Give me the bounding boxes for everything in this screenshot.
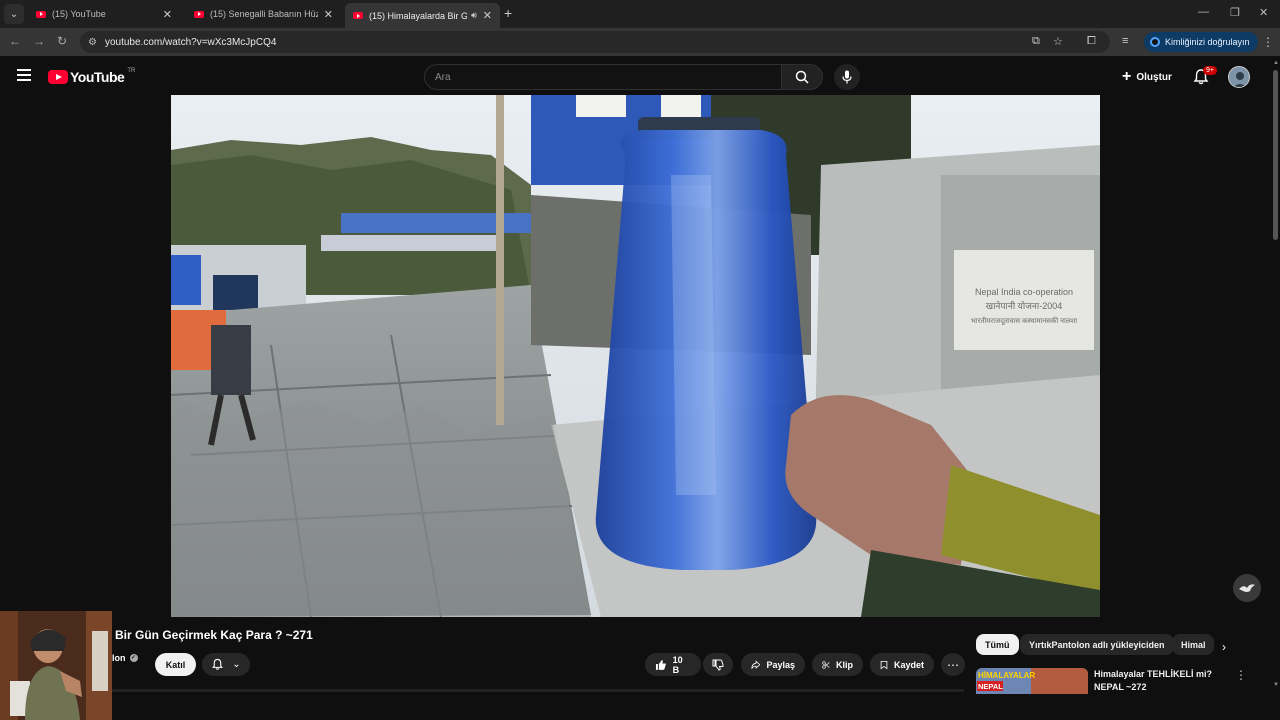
dislike-button[interactable]	[703, 653, 733, 676]
search-input[interactable]	[435, 71, 781, 83]
sign-line-3: भारतीयराजदूतावास कस्थामानसकी नालशा	[971, 316, 1077, 326]
install-app-icon[interactable]: ⧉	[1032, 35, 1040, 48]
account-avatar[interactable]	[1228, 66, 1250, 88]
microphone-icon	[842, 70, 852, 84]
sign-line-2: खानेपानी योजना-2004	[986, 300, 1063, 311]
chevron-down-icon: ⌄	[232, 659, 241, 670]
video-player[interactable]: Nepal India co-operation खानेपानी योजना-…	[171, 95, 1100, 617]
search-box[interactable]	[424, 64, 782, 90]
like-button[interactable]: 10 B	[645, 653, 701, 676]
youtube-favicon-icon	[353, 12, 363, 19]
voice-search-button[interactable]	[834, 64, 860, 90]
thumbs-up-icon	[655, 659, 666, 670]
thumbnail-caption-line-1: HİMALAYALAR	[978, 671, 1035, 680]
youtube-logo[interactable]: YouTube TR	[48, 68, 135, 85]
bookmark-icon	[880, 660, 888, 669]
site-info-icon[interactable]: ⚙︎	[88, 37, 97, 48]
speaker-icon[interactable]: 🔊︎	[471, 10, 477, 21]
chevron-right-icon[interactable]: ›	[1222, 640, 1226, 654]
tab-search-button[interactable]: ⌄	[4, 4, 24, 24]
scissors-icon	[822, 660, 830, 669]
bell-icon	[212, 658, 224, 670]
scroll-down-icon[interactable]: ▼	[1273, 682, 1279, 688]
search-icon	[795, 70, 809, 84]
url-field[interactable]: ⚙︎ youtube.com/watch?v=wXc3McJpCQ4	[80, 31, 1110, 53]
more-actions-icon[interactable]: ⋯	[941, 653, 965, 676]
chip-from-uploader[interactable]: YırtıkPantolon adlı yükleyiciden	[1020, 634, 1174, 655]
chip-all[interactable]: Tümü	[976, 634, 1019, 655]
browser-tab-active[interactable]: (15) Himalayalarda Bir Gün 🔊︎ ✕	[345, 3, 500, 28]
thumbnail-image: HİMALAYALAR NEPAL	[976, 668, 1088, 694]
close-tab-icon[interactable]: ✕	[163, 8, 172, 21]
browser-tab[interactable]: (15) YouTube ✕	[28, 3, 180, 25]
description-divider	[112, 689, 964, 692]
join-button[interactable]: Katıl	[155, 653, 196, 676]
close-tab-icon[interactable]: ✕	[483, 9, 492, 22]
bookmark-star-icon[interactable]: ☆	[1053, 35, 1063, 48]
sign-line-1: Nepal India co-operation	[975, 287, 1073, 297]
webcam-overlay	[0, 611, 112, 720]
browser-menu-icon[interactable]: ⋮	[1262, 35, 1274, 49]
thumbnail-caption-line-2: NEPAL	[978, 682, 1003, 691]
close-window-icon[interactable]: ✕	[1259, 6, 1268, 19]
bird-icon	[1239, 584, 1255, 592]
media-controls-icon[interactable]: ≡	[1122, 35, 1128, 47]
share-button[interactable]: Paylaş	[741, 653, 805, 676]
video-title: Bir Gün Geçirmek Kaç Para ? ~271	[115, 628, 313, 642]
webcam-image	[0, 611, 112, 720]
browser-tab[interactable]: (15) Senegalli Babanın Hüzünlü ✕	[186, 3, 341, 25]
back-icon[interactable]: ←	[9, 34, 21, 48]
chip-himalaya[interactable]: Himal	[1172, 634, 1214, 655]
recommended-video-title[interactable]: Himalayalar TEHLİKELİ mi? NEPAL ~272	[1094, 668, 1224, 694]
new-tab-button[interactable]: +	[504, 5, 512, 21]
extensions-icon[interactable]: ⧠	[1087, 35, 1096, 48]
guide-menu-icon[interactable]	[17, 69, 31, 84]
recommended-video-thumbnail[interactable]: HİMALAYALAR NEPAL	[976, 668, 1088, 694]
browser-tab-bar: ⌄ (15) YouTube ✕ (15) Senegalli Babanın …	[0, 0, 1280, 28]
page-scrollbar[interactable]: ▲ ▼	[1271, 60, 1280, 720]
subscribe-notifications-button[interactable]: ⌄	[202, 653, 250, 676]
profile-dot-icon	[1150, 37, 1160, 47]
floating-bird-button[interactable]	[1233, 574, 1261, 602]
scrollbar-thumb[interactable]	[1273, 70, 1278, 240]
youtube-play-logo-icon	[48, 70, 68, 84]
minimize-icon[interactable]: —	[1198, 6, 1209, 18]
address-bar-row: ← → ↻ ⚙︎ youtube.com/watch?v=wXc3McJpCQ4…	[0, 28, 1280, 56]
restore-icon[interactable]: ❐	[1230, 6, 1240, 19]
youtube-favicon-icon	[36, 10, 46, 18]
clip-button[interactable]: Klip	[812, 653, 863, 676]
youtube-masthead: YouTube TR + Oluştur 9+	[0, 56, 1280, 96]
video-frame: Nepal India co-operation खानेपानी योजना-…	[171, 95, 1100, 617]
scroll-up-icon[interactable]: ▲	[1273, 60, 1279, 66]
recommended-menu-icon[interactable]: ⋮	[1235, 668, 1247, 682]
verified-check-icon: ✓	[129, 654, 138, 662]
verify-identity-button[interactable]: Kimliğinizi doğrulayın	[1144, 32, 1258, 52]
create-button[interactable]: + Oluştur	[1114, 64, 1180, 90]
channel-name[interactable]: lon ✓	[112, 653, 138, 663]
reload-icon[interactable]: ↻	[57, 34, 67, 48]
forward-icon[interactable]: →	[33, 34, 45, 48]
notification-count-badge: 9+	[1203, 66, 1217, 75]
plus-icon: +	[1122, 68, 1132, 85]
share-icon	[751, 659, 761, 669]
close-tab-icon[interactable]: ✕	[324, 8, 333, 21]
save-button[interactable]: Kaydet	[870, 653, 934, 676]
search-button[interactable]	[781, 64, 823, 90]
youtube-favicon-icon	[194, 10, 204, 18]
thumbs-down-icon	[712, 659, 724, 671]
